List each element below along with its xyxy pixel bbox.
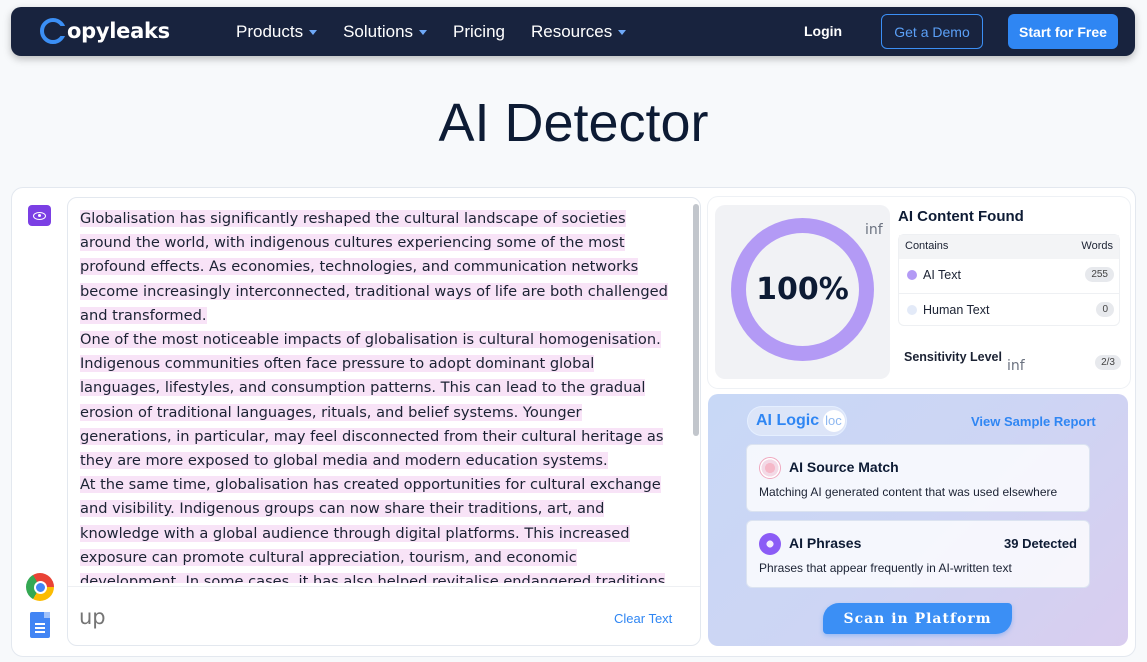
ai-score-gauge: 100% — [731, 218, 874, 361]
view-sample-report-link[interactable]: View Sample Report — [971, 414, 1096, 429]
logo-text: opyleaks — [67, 19, 170, 43]
clear-text-button[interactable]: Clear Text — [614, 611, 672, 626]
text-input-area[interactable]: Globalisation has significantly reshaped… — [80, 207, 674, 583]
sensitivity-info-icon[interactable]: inf — [1007, 358, 1025, 374]
nav-pricing-label: Pricing — [453, 21, 505, 41]
docs-line — [35, 631, 45, 633]
nav-links: Products Solutions Pricing Resources — [236, 7, 652, 56]
row-label: Human Text — [923, 303, 990, 317]
google-docs-icon[interactable] — [30, 612, 50, 638]
feature-title: AI Source Match — [789, 459, 899, 475]
chevron-down-icon — [419, 30, 428, 35]
ai-logic-panel: AI Logic loc View Sample Report AI Sourc… — [708, 394, 1128, 646]
chevron-down-icon — [618, 30, 627, 35]
ai-logic-label: AI Logic — [756, 412, 820, 429]
text-editor[interactable]: Globalisation has significantly reshaped… — [67, 197, 701, 646]
login-link[interactable]: Login — [804, 23, 842, 39]
page-title: AI Detector — [438, 93, 709, 153]
editor-scrollbar[interactable] — [693, 204, 699, 436]
ai-source-match-card[interactable]: AI Source Match Matching AI generated co… — [746, 444, 1090, 512]
start-free-button[interactable]: Start for Free — [1008, 14, 1118, 49]
nav-solutions[interactable]: Solutions — [343, 21, 428, 42]
nav-products-label: Products — [236, 21, 304, 41]
text-paragraph: One of the most noticeable impacts of gl… — [80, 328, 674, 473]
text-paragraph: At the same time, globalisation has crea… — [80, 473, 674, 583]
col-words: Words — [1081, 240, 1113, 252]
sensitivity-label: Sensitivity Level — [904, 350, 1002, 364]
row-label: AI Text — [923, 268, 961, 282]
docs-line — [35, 627, 45, 629]
ai-phrases-card[interactable]: AI Phrases 39 Detected Phrases that appe… — [746, 520, 1090, 588]
ai-highlight: At the same time, globalisation has crea… — [80, 476, 666, 583]
chrome-center — [33, 580, 47, 594]
docs-line — [35, 623, 45, 625]
ai-logic-icon-placeholder: loc — [823, 410, 846, 432]
feature-title: AI Phrases — [789, 535, 862, 551]
results-title: AI Content Found — [898, 208, 1024, 225]
scan-in-platform-button[interactable]: Scan in Platform — [823, 603, 1012, 634]
nav-solutions-label: Solutions — [343, 21, 414, 41]
top-navbar: opyleaks Products Solutions Pricing Reso… — [11, 7, 1135, 56]
word-count-table: Contains Words AI Text 255 Human Text 0 — [898, 234, 1120, 326]
row-count: 0 — [1096, 302, 1114, 317]
text-paragraph: Globalisation has significantly reshaped… — [80, 207, 674, 328]
results-panel: 100% inf AI Content Found Contains Words… — [708, 197, 1130, 388]
feature-desc: Matching AI generated content that was u… — [759, 485, 1058, 499]
eye-icon — [33, 211, 46, 220]
logo-c-icon — [40, 18, 67, 44]
ai-highlight: One of the most noticeable impacts of gl… — [80, 331, 664, 470]
sparkle-icon — [759, 533, 781, 555]
nav-resources-label: Resources — [531, 21, 613, 41]
sensitivity-value[interactable]: 2/3 — [1095, 355, 1121, 370]
nav-products[interactable]: Products — [236, 21, 318, 42]
ai-logic-pill: AI Logic loc — [747, 406, 847, 436]
toggle-highlight-button[interactable] — [28, 205, 51, 226]
col-contains: Contains — [905, 240, 949, 252]
feature-desc: Phrases that appear frequently in AI-wri… — [759, 561, 1012, 575]
detector-card: Globalisation has significantly reshaped… — [11, 187, 1136, 657]
gauge-info-icon[interactable]: inf — [865, 222, 883, 238]
ai-highlight: Globalisation has significantly reshaped… — [80, 210, 668, 324]
table-header: Contains Words — [899, 235, 1119, 259]
upload-input[interactable] — [79, 605, 169, 629]
human-text-dot — [907, 305, 917, 315]
copyleaks-logo[interactable]: opyleaks — [40, 18, 170, 44]
table-row: Human Text 0 — [899, 293, 1119, 327]
table-row: AI Text 255 — [899, 259, 1119, 293]
phrases-count: 39 Detected — [1004, 536, 1077, 551]
editor-footer: Clear Text — [68, 586, 700, 645]
ai-score-percent: 100% — [746, 233, 859, 346]
ai-text-dot — [907, 270, 917, 280]
chrome-extension-icon[interactable] — [26, 573, 54, 601]
nav-resources[interactable]: Resources — [531, 21, 627, 42]
score-gauge-box: 100% inf — [715, 205, 890, 379]
nav-pricing[interactable]: Pricing — [453, 22, 505, 42]
row-count: 255 — [1085, 267, 1114, 282]
get-demo-button[interactable]: Get a Demo — [881, 14, 983, 49]
chevron-down-icon — [309, 30, 318, 35]
source-match-icon — [759, 457, 781, 479]
